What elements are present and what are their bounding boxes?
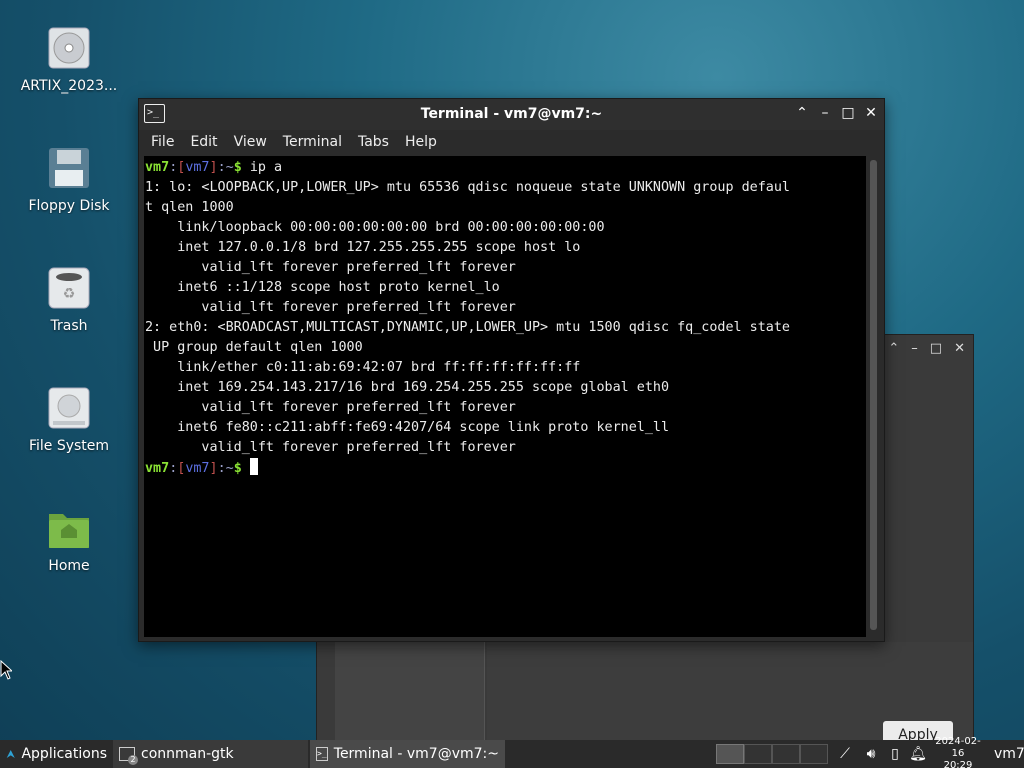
desktop-icon-label: Floppy Disk xyxy=(28,198,110,214)
desktop-icon-trash[interactable]: ♻ Trash xyxy=(14,266,124,334)
workspace-2[interactable] xyxy=(744,744,772,764)
desktop-icon-label: File System xyxy=(28,438,110,454)
menu-help[interactable]: Help xyxy=(397,130,445,156)
maximize-icon[interactable]: □ xyxy=(841,105,855,121)
output-line: inet6 ::1/128 scope host proto kernel_lo xyxy=(145,280,500,295)
terminal-titlebar[interactable]: >_ Terminal - vm7@vm7:~ ⌃ – □ ✕ xyxy=(139,99,884,130)
battery-icon[interactable]: ▯ xyxy=(884,746,906,762)
prompt: vm7:[vm7]:~$ xyxy=(145,160,242,175)
text-cursor xyxy=(249,458,258,475)
shade-icon[interactable]: ⌃ xyxy=(888,341,899,356)
artix-logo-icon xyxy=(6,749,15,759)
optical-disc-icon xyxy=(47,26,91,70)
svg-text:♻: ♻ xyxy=(63,286,76,302)
floppy-disk-icon xyxy=(47,146,91,190)
terminal-window: >_ Terminal - vm7@vm7:~ ⌃ – □ ✕ File Edi… xyxy=(138,98,885,642)
desktop-icon-filesystem[interactable]: File System xyxy=(14,386,124,454)
network-icon[interactable]: ⟋ xyxy=(832,746,858,762)
scrollbar[interactable] xyxy=(870,160,877,630)
sidebar-panel xyxy=(335,642,485,752)
window-controls: ⌃ – □ ✕ xyxy=(795,105,878,121)
prompt: vm7:[vm7]:~$ xyxy=(145,461,242,476)
taskbar: Applications 2 connman-gtk >_ Terminal -… xyxy=(0,736,1024,768)
close-icon[interactable]: ✕ xyxy=(864,105,878,121)
terminal-screen[interactable]: vm7:[vm7]:~$ ip a 1: lo: <LOOPBACK,UP,LO… xyxy=(144,156,866,637)
desktop-icon-label: ARTIX_2023... xyxy=(20,78,118,94)
desktop-icon-home[interactable]: Home xyxy=(14,506,124,574)
window-count-badge: 2 xyxy=(128,755,138,765)
workspace-switcher[interactable] xyxy=(712,740,832,768)
minimize-icon[interactable]: – xyxy=(818,105,832,121)
maximize-icon[interactable]: □ xyxy=(930,341,942,356)
taskbar-button-connman[interactable]: 2 connman-gtk xyxy=(113,740,308,768)
system-tray: ⟋ 🔊︎ ▯ 🔔︎ 2024-02-16 20:29 vm7 xyxy=(712,736,1024,768)
workspace-4[interactable] xyxy=(800,744,828,764)
menu-view[interactable]: View xyxy=(226,130,275,156)
clock-date: 2024-02-16 xyxy=(935,736,981,759)
trash-icon: ♻ xyxy=(47,266,91,310)
output-line: inet 127.0.0.1/8 brd 127.255.255.255 sco… xyxy=(145,240,581,255)
workspace-3[interactable] xyxy=(772,744,800,764)
output-line: valid_lft forever preferred_lft forever xyxy=(145,260,516,275)
menu-edit[interactable]: Edit xyxy=(182,130,225,156)
output-line: valid_lft forever preferred_lft forever xyxy=(145,440,516,455)
hard-drive-icon xyxy=(47,386,91,430)
desktop-icon-disc[interactable]: ARTIX_2023... xyxy=(14,26,124,94)
output-line: valid_lft forever preferred_lft forever xyxy=(145,300,516,315)
output-line: t qlen 1000 xyxy=(145,200,234,215)
menu-terminal[interactable]: Terminal xyxy=(275,130,350,156)
clock-time: 20:29 xyxy=(943,760,973,768)
volume-icon[interactable]: 🔊︎ xyxy=(858,746,884,762)
command-text: ip a xyxy=(249,160,283,175)
user-menu[interactable]: vm7 xyxy=(986,746,1024,762)
output-line: valid_lft forever preferred_lft forever xyxy=(145,400,516,415)
desktop-icon-floppy[interactable]: Floppy Disk xyxy=(14,146,124,214)
output-line: link/ether c0:11:ab:69:42:07 brd ff:ff:f… xyxy=(145,360,581,375)
notification-bell-icon[interactable]: 🔔︎ xyxy=(906,746,930,762)
task-label: Terminal - vm7@vm7:~ xyxy=(333,746,499,762)
applications-menu-button[interactable]: Applications xyxy=(0,740,113,768)
taskbar-button-terminal[interactable]: >_ Terminal - vm7@vm7:~ xyxy=(310,740,505,768)
menu-tabs[interactable]: Tabs xyxy=(350,130,397,156)
window-title: Terminal - vm7@vm7:~ xyxy=(420,106,603,122)
menu-file[interactable]: File xyxy=(143,130,182,156)
clock[interactable]: 2024-02-16 20:29 xyxy=(930,736,986,768)
output-line: 1: lo: <LOOPBACK,UP,LOWER_UP> mtu 65536 … xyxy=(145,180,790,195)
home-folder-icon xyxy=(47,506,91,550)
minimize-icon[interactable]: – xyxy=(911,341,918,356)
close-icon[interactable]: ✕ xyxy=(954,341,965,356)
window-controls: ⌃ – □ ✕ xyxy=(888,341,965,356)
output-line: 2: eth0: <BROADCAST,MULTICAST,DYNAMIC,UP… xyxy=(145,320,790,335)
workspace-1[interactable] xyxy=(716,744,744,764)
window-group-icon: 2 xyxy=(119,747,138,765)
mouse-pointer-icon xyxy=(0,660,12,680)
output-line: inet 169.254.143.217/16 brd 169.254.255.… xyxy=(145,380,670,395)
task-label: connman-gtk xyxy=(141,746,234,762)
output-line: inet6 fe80::c211:abff:fe69:4207/64 scope… xyxy=(145,420,670,435)
output-line: UP group default qlen 1000 xyxy=(145,340,363,355)
desktop-icon-label: Trash xyxy=(50,318,88,334)
output-line: link/loopback 00:00:00:00:00:00 brd 00:0… xyxy=(145,220,605,235)
terminal-icon: >_ xyxy=(316,747,328,761)
shade-icon[interactable]: ⌃ xyxy=(795,105,809,121)
applications-label: Applications xyxy=(21,746,107,762)
menu-bar: File Edit View Terminal Tabs Help xyxy=(139,130,884,156)
desktop-icon-label: Home xyxy=(48,558,90,574)
